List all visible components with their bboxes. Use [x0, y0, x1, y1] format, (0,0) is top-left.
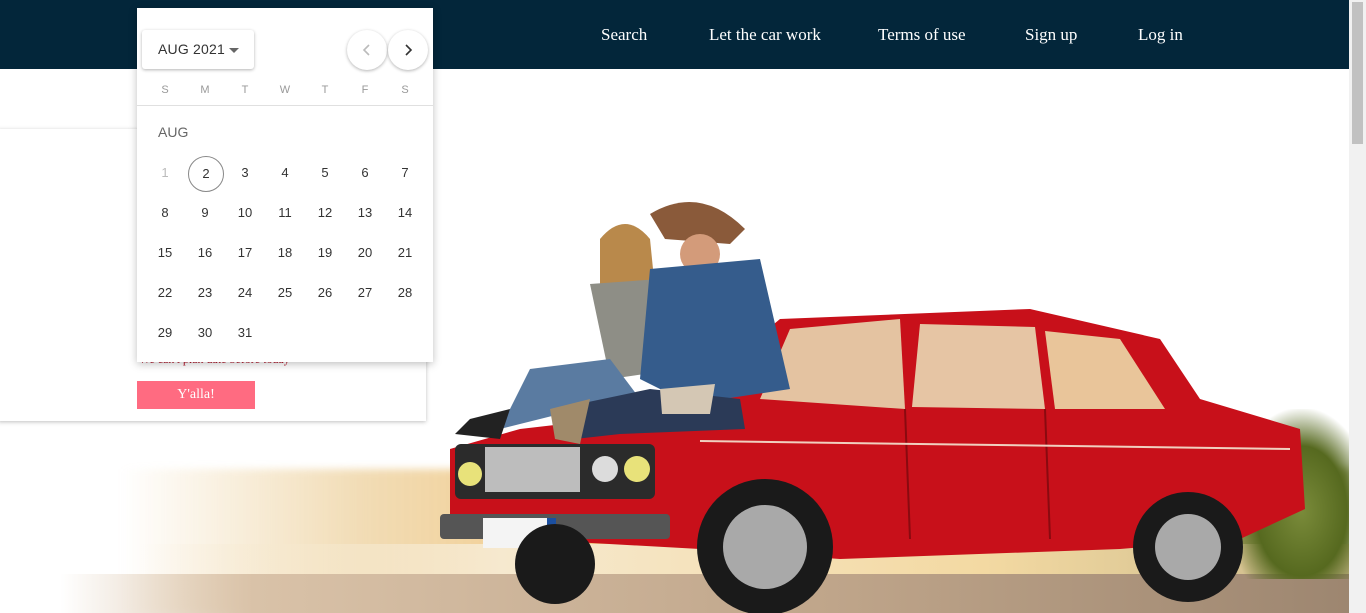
- scrollbar-thumb[interactable]: [1352, 2, 1363, 144]
- calendar-day[interactable]: 18: [267, 235, 303, 271]
- calendar-day[interactable]: 14: [387, 195, 423, 231]
- calendar-day[interactable]: 8: [147, 195, 183, 231]
- weekday-mon: M: [200, 84, 210, 96]
- weekday-sat: S: [401, 84, 409, 96]
- chevron-right-icon: [405, 44, 413, 56]
- calendar-day[interactable]: 13: [347, 195, 383, 231]
- weekday-fri: F: [361, 84, 369, 96]
- month-year-select[interactable]: AUG 2021: [142, 30, 254, 69]
- calendar-day[interactable]: 27: [347, 275, 383, 311]
- nav-log-in-link[interactable]: Log in: [1138, 24, 1183, 46]
- calendar-day: 1: [161, 165, 169, 180]
- calendar-day[interactable]: 5: [307, 155, 343, 191]
- calendar-day[interactable]: 25: [267, 275, 303, 311]
- calendar-day[interactable]: 11: [267, 195, 303, 231]
- yalla-button[interactable]: Y'alla!: [137, 381, 255, 409]
- nav-sign-up-link[interactable]: Sign up: [1025, 24, 1077, 46]
- calendar-day[interactable]: 12: [307, 195, 343, 231]
- prev-month-button[interactable]: [347, 30, 387, 70]
- nav-terms-link[interactable]: Terms of use: [878, 24, 966, 46]
- calendar-day[interactable]: 21: [387, 235, 423, 271]
- calendar-day[interactable]: 15: [147, 235, 183, 271]
- calendar-day[interactable]: 10: [227, 195, 263, 231]
- calendar-day[interactable]: 9: [187, 195, 223, 231]
- scrollbar[interactable]: [1349, 0, 1366, 613]
- chevron-left-icon: [362, 44, 370, 56]
- nav-search-link[interactable]: Search: [601, 24, 647, 46]
- calendar-day[interactable]: 30: [187, 315, 223, 351]
- weekday-thu: T: [321, 84, 329, 96]
- next-month-button[interactable]: [388, 30, 428, 70]
- calendar-day[interactable]: 3: [227, 155, 263, 191]
- date-picker: AUG 2021 S M T W T F S AUG 1 2 3 4 5 6 7 8 9 10 11…: [137, 8, 433, 362]
- nav-let-the-car-work-link[interactable]: Let the car work: [709, 24, 821, 46]
- calendar-day[interactable]: 6: [347, 155, 383, 191]
- calendar-day[interactable]: 26: [307, 275, 343, 311]
- calendar-day[interactable]: 4: [267, 155, 303, 191]
- calendar-day[interactable]: 22: [147, 275, 183, 311]
- weekday-wed: W: [279, 84, 291, 96]
- month-year-label: AUG 2021: [158, 41, 225, 57]
- picker-divider: [137, 105, 433, 106]
- calendar-day[interactable]: 23: [187, 275, 223, 311]
- weekday-header: S M T W T F S: [145, 84, 425, 98]
- calendar-day[interactable]: 31: [227, 315, 263, 351]
- calendar-day[interactable]: 20: [347, 235, 383, 271]
- caret-down-icon: [229, 48, 239, 53]
- calendar-day[interactable]: 29: [147, 315, 183, 351]
- calendar-day[interactable]: 7: [387, 155, 423, 191]
- calendar-day[interactable]: 2: [188, 156, 224, 192]
- calendar-day[interactable]: 17: [227, 235, 263, 271]
- calendar-day[interactable]: 24: [227, 275, 263, 311]
- weekday-sun: S: [161, 84, 169, 96]
- calendar-day[interactable]: 28: [387, 275, 423, 311]
- calendar-day[interactable]: 16: [187, 235, 223, 271]
- weekday-tue: T: [241, 84, 249, 96]
- month-label: AUG: [158, 124, 189, 140]
- calendar-day[interactable]: 19: [307, 235, 343, 271]
